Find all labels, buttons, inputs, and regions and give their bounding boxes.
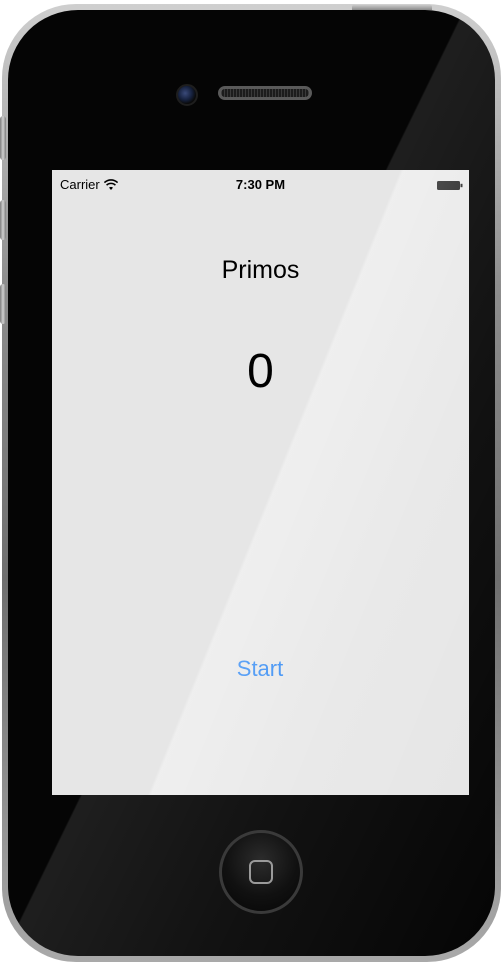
status-bar: Carrier 7:30 PM <box>52 170 469 196</box>
home-button[interactable] <box>219 830 303 914</box>
volume-down-button[interactable] <box>0 284 6 324</box>
camera-icon <box>176 84 198 106</box>
volume-up-button[interactable] <box>0 200 6 240</box>
home-button-icon <box>249 860 273 884</box>
app-title: Primos <box>221 256 300 284</box>
status-time: 7:30 PM <box>235 177 286 192</box>
battery-icon <box>437 181 463 190</box>
start-button[interactable]: Start <box>210 652 310 686</box>
mute-switch[interactable] <box>0 116 6 160</box>
speaker-icon <box>218 86 312 100</box>
prime-counter: 0 <box>247 345 274 398</box>
app-screen: Carrier 7:30 PM Primos 0 Start <box>52 170 469 795</box>
